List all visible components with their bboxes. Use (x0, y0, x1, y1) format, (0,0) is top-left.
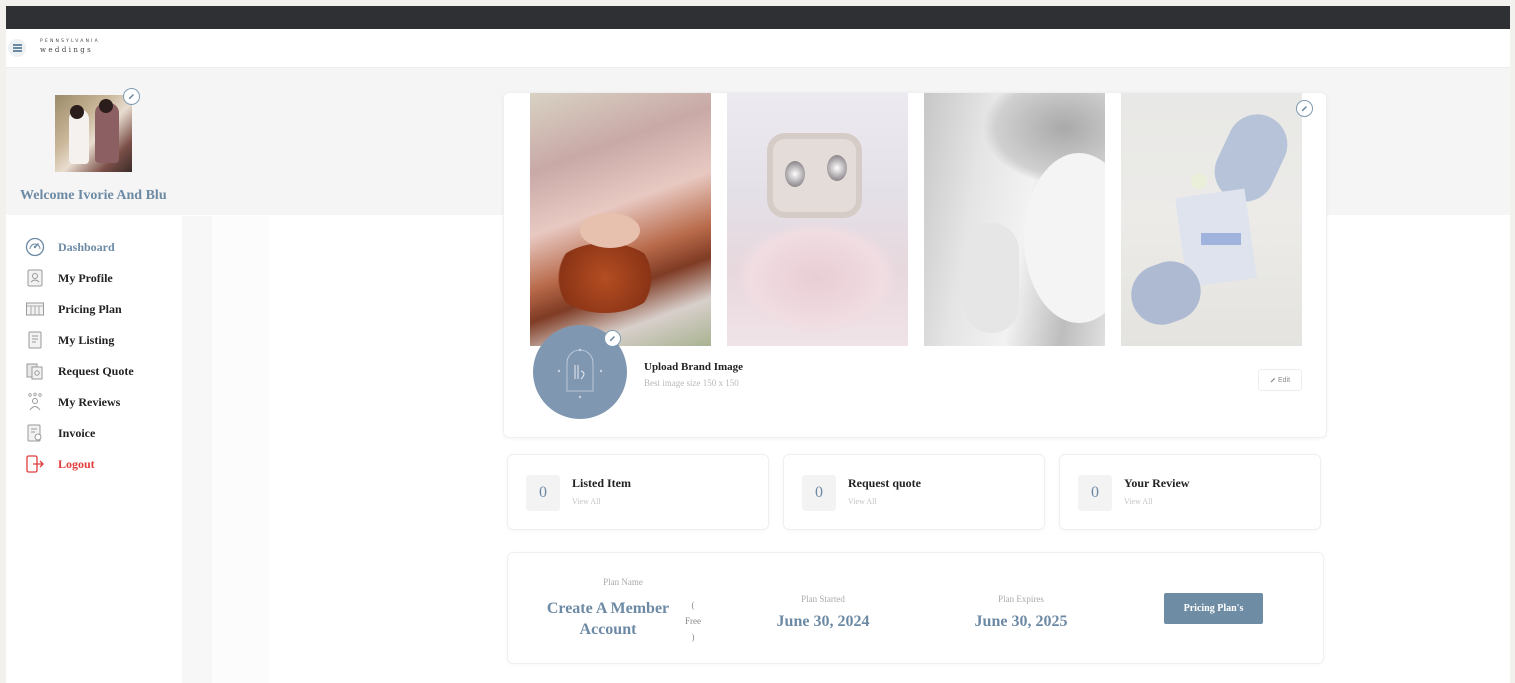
plan-name-line-2: Account (579, 621, 637, 638)
sidebar-item-label: My Profile (58, 270, 113, 285)
sidebar-item-my-listing[interactable]: My Listing (24, 328, 114, 352)
gallery-photo-3[interactable] (924, 93, 1105, 346)
dashboard-gauge-icon (24, 236, 46, 258)
site-logo[interactable]: PENNSYLVANIA weddings (40, 39, 100, 54)
stat-title: Listed Item (572, 476, 631, 490)
sidebar-item-dashboard[interactable]: Dashboard (24, 235, 115, 259)
plan-name-line-1: Create A Member (546, 600, 670, 617)
sidebar-item-label: Invoice (58, 425, 96, 440)
listing-document-icon (24, 329, 46, 351)
brand-logo-edit-pencil-icon[interactable] (604, 330, 621, 347)
avatar-edit-pencil-icon[interactable] (123, 88, 140, 105)
request-quote-icon (24, 360, 46, 382)
stat-card-request-quote: 0 Request quote View All (784, 455, 1044, 529)
profile-avatar (55, 95, 132, 172)
stat-card-listed-items: 0 Listed Item View All (508, 455, 768, 529)
sidebar-item-label: My Reviews (58, 394, 121, 409)
sidebar-shadow-inner (182, 216, 212, 683)
edit-brand-button[interactable]: Edit (1258, 369, 1302, 391)
sidebar-item-label: Logout (58, 456, 95, 471)
plan-started-value: June 30, 2024 (776, 613, 870, 630)
edit-brand-button-label: Edit (1277, 376, 1291, 384)
sidebar-menu: Dashboard My Profile Pricing Plan My Lis… (6, 216, 182, 683)
logout-icon (24, 453, 46, 475)
stat-count: 0 (802, 475, 836, 511)
plan-name-value: Create A Member Account (528, 598, 688, 640)
view-all-link[interactable]: View All (1124, 497, 1153, 506)
gallery-photo-4[interactable] (1121, 93, 1302, 346)
stat-count: 0 (526, 475, 560, 511)
plan-tier-label: Free (685, 616, 701, 626)
stat-count: 0 (1078, 475, 1112, 511)
sidebar-item-label: Pricing Plan (58, 301, 122, 316)
plan-expires-value: June 30, 2025 (974, 613, 1068, 630)
stat-title: Your Review (1124, 476, 1190, 490)
gallery-photo-1[interactable] (530, 93, 711, 346)
upload-brand-image-hint: Best image size 150 x 150 (644, 378, 739, 388)
brand-gallery-card: Upload Brand Image Best image size 150 x… (504, 93, 1326, 437)
reviews-stars-icon (24, 391, 46, 413)
pricing-plans-button[interactable]: Pricing Plan's (1164, 593, 1263, 624)
welcome-message: Welcome Ivorie And Blu (20, 188, 167, 203)
profile-card-icon (24, 267, 46, 289)
sidebar-item-label: Request Quote (58, 363, 134, 378)
sidebar-item-pricing-plan[interactable]: Pricing Plan (24, 297, 122, 321)
view-all-link[interactable]: View All (848, 497, 877, 506)
browser-top-bar (6, 6, 1510, 29)
logo-line-2: weddings (40, 45, 94, 54)
plan-expires-label: Plan Expires (998, 594, 1044, 604)
app-frame: PENNSYLVANIA weddings Welcome Ivorie And… (6, 6, 1510, 683)
pencil-icon (1270, 377, 1276, 383)
plan-summary-card: Plan Name Create A Member Account ( Free… (508, 553, 1323, 663)
plan-started-label: Plan Started (801, 594, 845, 604)
sidebar-item-my-profile[interactable]: My Profile (24, 266, 113, 290)
plan-tier-open: ( (691, 600, 695, 610)
sidebar-item-logout[interactable]: Logout (24, 452, 95, 476)
sidebar-item-label: Dashboard (58, 239, 115, 254)
upload-brand-image-title: Upload Brand Image (644, 361, 744, 373)
gallery-edit-pencil-icon[interactable] (1296, 100, 1313, 117)
logo-line-1: PENNSYLVANIA (40, 39, 100, 44)
sidebar-shadow (212, 216, 270, 683)
sidebar-item-invoice[interactable]: Invoice (24, 421, 95, 445)
plan-tier: ( Free ) (685, 597, 701, 645)
plan-tier-close: ) (691, 632, 695, 642)
sidebar-item-label: My Listing (58, 332, 115, 347)
invoice-icon (24, 422, 46, 444)
pricing-table-icon (24, 298, 46, 320)
stat-card-your-review: 0 Your Review View All (1060, 455, 1320, 529)
sidebar-item-request-quote[interactable]: Request Quote (24, 359, 134, 383)
top-navbar: PENNSYLVANIA weddings (6, 29, 1510, 68)
sidebar-item-my-reviews[interactable]: My Reviews (24, 390, 120, 414)
stat-title: Request quote (848, 476, 922, 490)
gallery-photo-2[interactable] (727, 93, 908, 346)
view-all-link[interactable]: View All (572, 497, 601, 506)
hamburger-menu-icon[interactable] (8, 39, 26, 57)
plan-name-label: Plan Name (603, 577, 643, 587)
